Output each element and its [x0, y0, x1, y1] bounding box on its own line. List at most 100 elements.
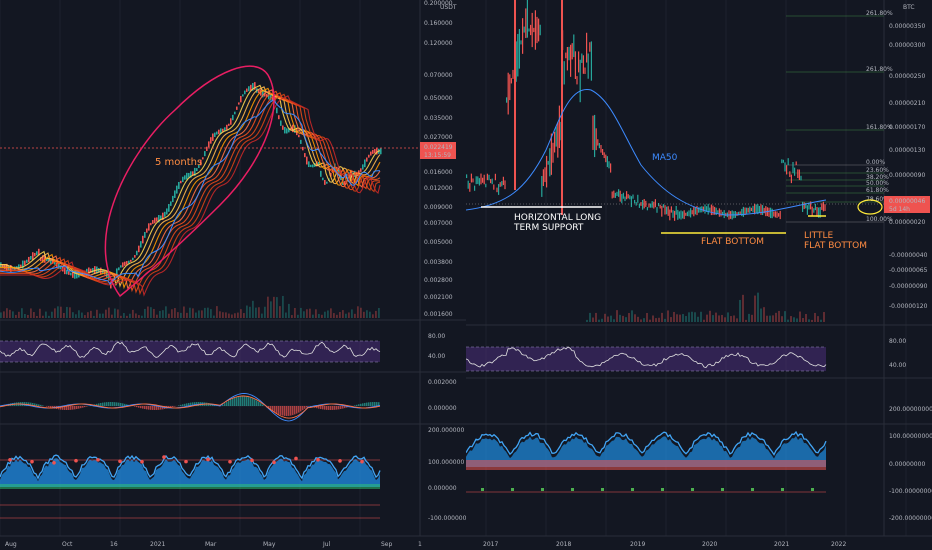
volume-bar: [81, 312, 83, 318]
osc-dot: [30, 459, 34, 464]
macd-histogram-bar: [148, 406, 150, 410]
candle: [324, 179, 326, 185]
macd-histogram-bar: [324, 406, 326, 410]
macd-histogram-bar: [332, 406, 334, 410]
candle: [750, 207, 752, 212]
price-tick-label: 0.002100: [424, 294, 453, 301]
volume-bar: [345, 313, 347, 318]
macd-histogram-bar: [136, 406, 138, 408]
left-chart-pane[interactable]: 0.200000 0.160000 0.120000 0.070000 0.050000…: [0, 0, 466, 550]
candle: [578, 51, 580, 73]
volume-bar: [162, 310, 164, 318]
volume-bar: [586, 319, 588, 322]
volume-bar: [123, 313, 125, 318]
time-tick-label: 2021: [774, 541, 789, 548]
candle: [621, 194, 623, 204]
candle: [310, 164, 312, 168]
candle: [184, 175, 186, 180]
flat-bottom-label: FLAT BOTTOM: [701, 237, 764, 247]
candle: [475, 176, 477, 185]
rsi-tick-label: 80.00: [889, 338, 906, 345]
volume-bar: [619, 314, 621, 322]
macd-histogram-bar: [286, 406, 288, 417]
candle: [688, 210, 690, 217]
candle: [496, 187, 498, 193]
right-chart-svg[interactable]: 0.00000350 0.00000300 0.00000250 0.00000210…: [466, 0, 932, 550]
candle: [616, 191, 618, 196]
candle: [520, 40, 522, 45]
volume-bar: [297, 314, 299, 318]
candle: [557, 122, 559, 158]
right-chart-pane[interactable]: 0.00000350 0.00000300 0.00000250 0.00000210…: [466, 0, 932, 550]
candle: [549, 148, 551, 177]
macd-histogram-bar: [300, 406, 302, 412]
candle: [312, 164, 314, 168]
support-label-line2: TERM SUPPORT: [513, 223, 584, 233]
volume-bar: [96, 309, 98, 318]
volume-bar: [709, 310, 711, 322]
candle: [664, 205, 666, 215]
fib-level-label: 0.00%: [866, 159, 885, 166]
countdown-label: 13:15:59: [424, 152, 451, 159]
macd-histogram-bar: [134, 406, 136, 407]
candle: [619, 190, 621, 202]
candle: [592, 115, 594, 150]
volume-bar: [204, 307, 206, 318]
candle: [232, 114, 234, 121]
candle: [605, 154, 607, 163]
candle: [362, 164, 364, 170]
candle: [512, 69, 514, 79]
candle: [148, 223, 150, 231]
volume-bar: [790, 316, 792, 322]
osc-dot: [74, 458, 78, 463]
volume-bar: [216, 306, 218, 318]
volume-bar: [637, 316, 639, 322]
candle: [54, 262, 56, 265]
macd-histogram-bar: [256, 400, 258, 406]
volume-bar: [156, 314, 158, 318]
macd-histogram-bar: [78, 406, 80, 409]
candle: [682, 211, 684, 219]
candle: [533, 27, 535, 33]
osc-marker: [721, 488, 724, 491]
left-chart-svg[interactable]: 0.2000000.1600000.1200000.0700000.050000…: [0, 0, 466, 550]
candle: [542, 169, 544, 187]
macd-histogram-bar: [328, 406, 330, 410]
candle: [282, 125, 284, 130]
candle: [683, 210, 685, 220]
price-tick-label: 0.160000: [424, 20, 453, 27]
candle: [693, 206, 695, 217]
price-tick-label: 0.00000250: [889, 73, 925, 80]
macd-histogram-bar: [80, 406, 82, 409]
candle: [795, 161, 797, 166]
candle: [784, 162, 786, 172]
candle: [156, 217, 158, 222]
osc-tick-label: -200.00000000: [889, 515, 932, 522]
volume-bar: [342, 310, 344, 318]
candle: [28, 256, 30, 263]
volume-bar: [333, 313, 335, 318]
volume-bar: [186, 312, 188, 318]
volume-bar: [120, 315, 122, 318]
countdown-label: 5d 14h: [889, 206, 910, 213]
candle: [280, 120, 282, 126]
volume-bar: [793, 317, 795, 322]
candle: [517, 33, 519, 77]
osc-dot: [206, 457, 210, 462]
osc-tick-label: -100.000000: [428, 515, 466, 522]
volume-bar: [315, 309, 317, 318]
candle: [480, 173, 482, 185]
volume-bar: [787, 319, 789, 322]
macd-histogram-bar: [222, 404, 224, 406]
candle: [760, 204, 762, 215]
volume-bar: [111, 314, 113, 318]
candle: [20, 264, 22, 267]
macd-histogram-bar: [138, 406, 140, 408]
candle: [218, 129, 220, 135]
osc-dot: [272, 460, 276, 465]
volume-bar: [357, 306, 359, 318]
volume-bar: [799, 311, 801, 322]
volume-bar: [739, 299, 741, 322]
volume-bar: [649, 319, 651, 322]
volume-bar: [198, 310, 200, 318]
